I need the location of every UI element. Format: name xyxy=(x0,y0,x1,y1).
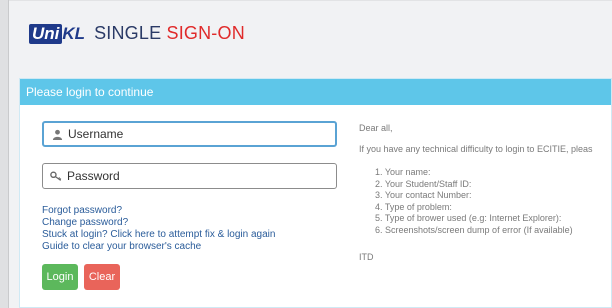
help-links: Forgot password? Change password? Stuck … xyxy=(42,205,342,253)
password-input[interactable]: Password xyxy=(42,163,337,189)
username-input[interactable]: Username xyxy=(42,121,337,147)
form-buttons: Login Clear xyxy=(42,264,342,290)
list-item: 4. Type of problem: xyxy=(375,201,452,212)
username-placeholder: Username xyxy=(68,127,124,141)
message-intro: If you have any technical difficulty to … xyxy=(359,144,593,154)
password-placeholder: Password xyxy=(67,169,120,183)
key-icon xyxy=(49,169,63,183)
user-icon xyxy=(50,127,64,141)
change-password-link[interactable]: Change password? xyxy=(42,217,342,229)
title-single: SINGLE xyxy=(94,23,162,43)
stuck-at-login-link[interactable]: Stuck at login? Click here to attempt fi… xyxy=(42,229,342,241)
login-button[interactable]: Login xyxy=(42,264,78,290)
title-sign-on: SIGN-ON xyxy=(166,23,245,43)
required-info-list: 1. Your name: 2. Your Student/Staff ID: … xyxy=(359,167,612,236)
forgot-password-link[interactable]: Forgot password? xyxy=(42,205,342,217)
logo-kl-text: KL xyxy=(62,23,86,43)
list-item: 3. Your contact Number: xyxy=(375,190,472,200)
list-item: 2. Your Student/Staff ID: xyxy=(375,178,472,189)
clear-cache-guide-link[interactable]: Guide to clear your browser's cache xyxy=(42,241,342,253)
login-form: Username Password Forgot password? Chang… xyxy=(42,121,342,290)
list-item: 1. Your name: xyxy=(375,167,431,177)
support-message: Dear all, If you have any technical diff… xyxy=(359,123,612,262)
site-header: Uni KL SINGLE SIGN-ON xyxy=(9,0,612,66)
message-greeting: Dear all, xyxy=(359,123,393,133)
unikl-logo: Uni KL xyxy=(29,23,86,44)
logo-uni-text: Uni xyxy=(29,23,63,44)
message-signoff: ITD xyxy=(359,252,374,262)
login-panel: Please login to continue Username Passwo… xyxy=(19,78,612,308)
clear-button[interactable]: Clear xyxy=(84,264,120,290)
page-left-rail xyxy=(0,0,9,308)
list-item: 5. Type of brower used (e.g: Internet Ex… xyxy=(375,213,562,223)
list-item: 6. Screenshots/screen dump of error (If … xyxy=(375,224,573,235)
panel-heading: Please login to continue xyxy=(20,79,611,105)
page-title: SINGLE SIGN-ON xyxy=(94,23,245,44)
